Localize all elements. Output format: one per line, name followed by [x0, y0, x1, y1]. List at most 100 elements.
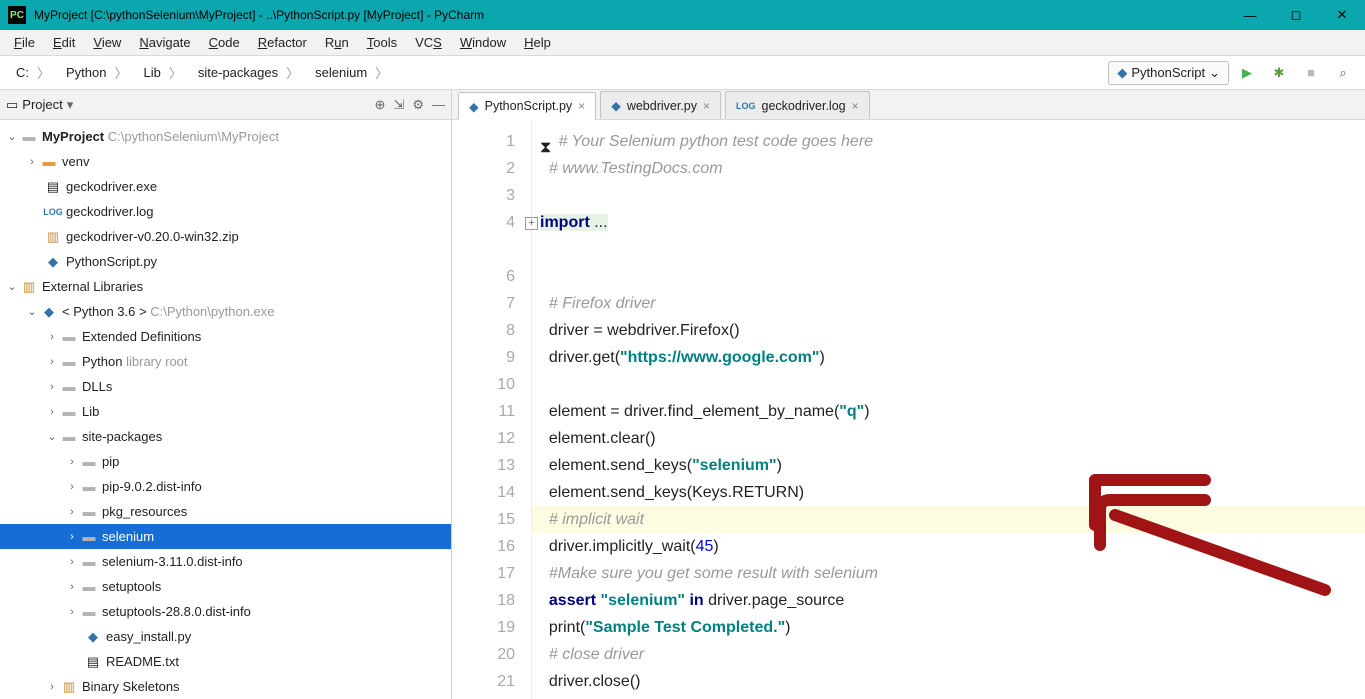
text-icon: ▤ [84, 654, 102, 670]
folder-icon: ▬ [80, 604, 98, 620]
chevron-down-icon[interactable]: ▾ [67, 97, 74, 113]
tree-external-libs[interactable]: ⌄▥ External Libraries [0, 274, 451, 299]
tree-label: pkg_resources [102, 504, 187, 519]
tree-label: setuptools [102, 579, 161, 594]
tree-label: geckodriver-v0.20.0-win32.zip [66, 229, 239, 244]
code-content[interactable]: ⧗ # Your Selenium python test code goes … [532, 120, 1365, 699]
folder-icon: ▬ [80, 579, 98, 595]
log-icon: LOG [736, 101, 756, 111]
run-config-label: PythonScript [1131, 65, 1205, 80]
project-panel: ▭ Project ▾ ⊕ ⇲ ⚙ — ⌄▬ MyProject C:\pyth… [0, 90, 452, 699]
folder-icon: ▬ [80, 529, 98, 545]
tab-webdriver[interactable]: ◆ webdriver.py × [600, 91, 721, 119]
tree-item[interactable]: ›▬setuptools [0, 574, 451, 599]
tree-item[interactable]: ▤ README.txt [0, 649, 451, 674]
tree-item[interactable]: ›▬Python library root [0, 349, 451, 374]
tree-item[interactable]: ◆easy_install.py [0, 624, 451, 649]
tree-item[interactable]: ›▬Extended Definitions [0, 324, 451, 349]
tree-root[interactable]: ⌄▬ MyProject C:\pythonSelenium\MyProject [0, 124, 451, 149]
zip-icon: ▥ [44, 229, 62, 245]
breadcrumb[interactable]: C: [8, 61, 58, 85]
hourglass-icon: ⧗ [540, 134, 554, 150]
tree-item[interactable]: ›▬pkg_resources [0, 499, 451, 524]
tree-item[interactable]: ›▬DLLs [0, 374, 451, 399]
folder-icon: ▬ [60, 404, 78, 420]
tab-label: PythonScript.py [485, 99, 573, 113]
gear-icon[interactable]: ⚙ [412, 97, 424, 113]
chevron-down-icon: ⌄ [1209, 65, 1220, 81]
tree-item[interactable]: ⌄▬site-packages [0, 424, 451, 449]
tab-pythonscript[interactable]: ◆ PythonScript.py × [458, 92, 596, 120]
folder-icon: ▬ [60, 379, 78, 395]
folder-icon: ▬ [40, 154, 58, 170]
breadcrumb[interactable]: Lib [136, 61, 190, 85]
tree-item[interactable]: ▥ geckodriver-v0.20.0-win32.zip [0, 224, 451, 249]
stop-button[interactable]: ■ [1297, 59, 1325, 87]
breadcrumb[interactable]: selenium [307, 61, 396, 85]
menu-view[interactable]: View [85, 32, 129, 53]
tab-label: webdriver.py [627, 99, 697, 113]
folder-icon: ▬ [80, 504, 98, 520]
maximize-button[interactable]: ◻ [1273, 0, 1319, 30]
breadcrumb[interactable]: Python [58, 61, 136, 85]
folder-icon: ▬ [80, 554, 98, 570]
tree-item[interactable]: ⌄◆ < Python 3.6 > C:\Python\python.exe [0, 299, 451, 324]
python-icon: ◆ [611, 98, 621, 113]
run-config-selector[interactable]: ◆ PythonScript ⌄ [1108, 61, 1229, 85]
target-icon[interactable]: ⊕ [375, 97, 386, 113]
tree-label: Lib [82, 404, 99, 419]
menu-edit[interactable]: Edit [45, 32, 83, 53]
menu-file[interactable]: File [6, 32, 43, 53]
tree-label: pip-9.0.2.dist-info [102, 479, 202, 494]
tree-label: selenium [102, 529, 154, 544]
close-icon[interactable]: × [852, 99, 859, 113]
menu-code[interactable]: Code [201, 32, 248, 53]
minimize-button[interactable]: — [1227, 0, 1273, 30]
collapse-icon[interactable]: ⇲ [393, 97, 404, 113]
menu-tools[interactable]: Tools [359, 32, 405, 53]
tree-item[interactable]: ›▬Lib [0, 399, 451, 424]
tree-label: README.txt [106, 654, 179, 669]
debug-button[interactable]: ✱ [1265, 59, 1293, 87]
menu-window[interactable]: Window [452, 32, 514, 53]
tree-item[interactable]: ›▬setuptools-28.8.0.dist-info [0, 599, 451, 624]
close-icon[interactable]: × [578, 99, 585, 113]
run-button[interactable]: ▶ [1233, 59, 1261, 87]
tree-label: Extended Definitions [82, 329, 201, 344]
menu-run[interactable]: Run [317, 32, 357, 53]
tree-item[interactable]: ›▬pip [0, 449, 451, 474]
project-tree[interactable]: ⌄▬ MyProject C:\pythonSelenium\MyProject… [0, 120, 451, 699]
file-icon: ▤ [44, 179, 62, 195]
tree-item[interactable]: ›▬ venv [0, 149, 451, 174]
menu-help[interactable]: Help [516, 32, 559, 53]
lib-icon: ▥ [60, 679, 78, 695]
tree-label: pip [102, 454, 119, 469]
tree-item[interactable]: ▤ geckodriver.exe [0, 174, 451, 199]
tree-label: geckodriver.exe [66, 179, 157, 194]
tree-item[interactable]: ›▬selenium-3.11.0.dist-info [0, 549, 451, 574]
project-panel-header: ▭ Project ▾ ⊕ ⇲ ⚙ — [0, 90, 451, 120]
tree-item[interactable]: ›▥Binary Skeletons [0, 674, 451, 699]
breadcrumb[interactable]: site-packages [190, 61, 307, 85]
tree-item-selected[interactable]: ›▬selenium [0, 524, 451, 549]
window-title: MyProject [C:\pythonSelenium\MyProject] … [34, 8, 1227, 22]
log-icon: LOG [44, 204, 62, 220]
close-icon[interactable]: × [703, 99, 710, 113]
code-editor[interactable]: 12346789101112131415161718192021 + ⧗ # Y… [452, 120, 1365, 699]
editor-area: ◆ PythonScript.py × ◆ webdriver.py × LOG… [452, 90, 1365, 699]
tree-label: < Python 3.6 > [62, 304, 147, 319]
lib-icon: ▥ [20, 279, 38, 295]
tree-item[interactable]: LOG geckodriver.log [0, 199, 451, 224]
tree-label: PythonScript.py [66, 254, 157, 269]
menu-vcs[interactable]: VCS [407, 32, 450, 53]
close-button[interactable]: ✕ [1319, 0, 1365, 30]
menu-refactor[interactable]: Refactor [250, 32, 315, 53]
tree-item[interactable]: ›▬pip-9.0.2.dist-info [0, 474, 451, 499]
tab-geckodriver-log[interactable]: LOG geckodriver.log × [725, 91, 870, 119]
menu-navigate[interactable]: Navigate [131, 32, 198, 53]
tree-item[interactable]: ◆ PythonScript.py [0, 249, 451, 274]
hide-icon[interactable]: — [432, 97, 445, 113]
search-button[interactable]: ⌕ [1329, 59, 1357, 87]
tree-path: C:\Python\python.exe [150, 304, 274, 319]
python-icon: ◆ [469, 99, 479, 114]
